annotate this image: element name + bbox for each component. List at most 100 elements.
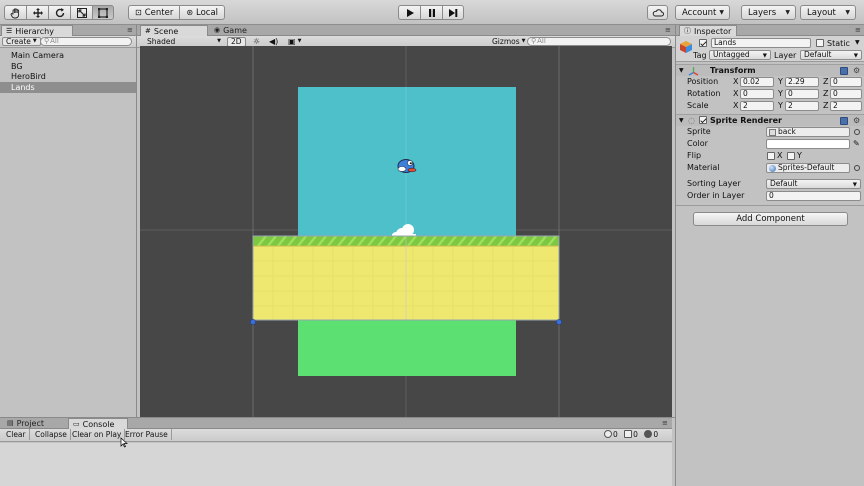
panel-menu-icon[interactable]: ≡	[665, 26, 671, 34]
help-book-icon[interactable]	[840, 67, 848, 75]
pivot-toggles: ⊡ Center ⊛ Local	[128, 5, 226, 20]
image-icon: ▣	[288, 37, 296, 46]
tab-inspector[interactable]: ⓘ Inspector	[679, 25, 737, 36]
console-log-area[interactable]	[0, 443, 672, 486]
info-count-toggle[interactable]: 0	[604, 430, 618, 439]
scene-viewport[interactable]	[140, 46, 672, 417]
console-toolbar: Clear Collapse Clear on Play Error Pause…	[0, 429, 672, 442]
scale-y-field[interactable]: 2	[785, 101, 819, 111]
dropdown-arrow-icon: ▼	[853, 53, 858, 59]
active-checkbox[interactable]	[699, 39, 707, 47]
dropdown-arrow-icon: ▼	[217, 38, 221, 44]
gizmos-dropdown[interactable]: Gizmos ▼	[489, 37, 529, 46]
layer-dropdown[interactable]: Default ▼	[800, 50, 862, 60]
rotation-x-field[interactable]: 0	[740, 89, 774, 99]
dropdown-arrow-icon: ▼	[762, 53, 767, 59]
order-in-layer-row: Order in Layer 0	[676, 190, 864, 202]
pivot-center-button[interactable]: ⊡ Center	[128, 5, 180, 20]
pause-button[interactable]	[420, 5, 442, 20]
rect-handle[interactable]	[250, 319, 256, 325]
tab-scene[interactable]: # Scene	[140, 25, 208, 36]
object-picker-icon[interactable]	[854, 165, 860, 171]
position-y-field[interactable]: 2.29	[785, 77, 819, 87]
tab-project[interactable]: ▤ Project	[3, 418, 49, 429]
green-ground-sprite[interactable]	[298, 320, 516, 376]
panel-menu-icon[interactable]: ≡	[127, 26, 133, 34]
position-x-field[interactable]: 0.02	[740, 77, 774, 87]
move-tool-button[interactable]	[26, 5, 48, 20]
step-icon	[449, 8, 458, 17]
console-panel: ▤ Project ▭ Console ≡ Clear Collapse Cle…	[0, 417, 675, 486]
error-pause-toggle[interactable]: Error Pause	[122, 429, 172, 440]
pivot-local-button[interactable]: ⊛ Local	[179, 5, 226, 20]
tag-dropdown[interactable]: Untagged ▼	[709, 50, 771, 60]
cloud-button[interactable]	[647, 5, 668, 20]
rotation-row: Rotation X 0 Y 0 Z 0	[676, 88, 864, 100]
flip-y-checkbox[interactable]	[787, 152, 795, 160]
panel-menu-icon[interactable]: ≡	[662, 419, 668, 427]
scale-tool-button[interactable]	[70, 5, 92, 20]
color-swatch[interactable]	[766, 139, 850, 149]
clear-button[interactable]: Clear	[3, 429, 30, 440]
scale-z-field[interactable]: 2	[830, 101, 862, 111]
hierarchy-tabbar: ☰ Hierarchy ≡	[0, 25, 136, 36]
lands-sprite[interactable]	[250, 235, 562, 325]
help-book-icon[interactable]	[840, 117, 848, 125]
rotation-y-field[interactable]: 0	[785, 89, 819, 99]
hierarchy-item-herobird[interactable]: HeroBird	[0, 71, 136, 82]
sprite-field[interactable]: back	[766, 127, 850, 137]
add-component-button[interactable]: Add Component	[693, 212, 848, 226]
material-field[interactable]: Sprites-Default	[766, 163, 850, 173]
hand-icon	[10, 7, 19, 18]
dropdown-arrow-icon[interactable]: ▼	[855, 39, 860, 46]
step-button[interactable]	[442, 5, 464, 20]
rotate-tool-button[interactable]	[48, 5, 70, 20]
hierarchy-item-lands[interactable]: Lands	[0, 82, 136, 93]
sprite-renderer-enabled-checkbox[interactable]	[699, 116, 707, 124]
gear-icon[interactable]: ⚙	[853, 66, 860, 75]
panel-menu-icon[interactable]: ≡	[855, 26, 861, 34]
hand-tool-button[interactable]	[4, 5, 26, 20]
warning-count-toggle[interactable]: 0	[624, 430, 638, 439]
transform-header[interactable]: ▼ Transform ⚙	[676, 64, 864, 76]
gear-icon[interactable]: ⚙	[853, 116, 860, 125]
scene-lighting-toggle[interactable]: ☼	[250, 37, 263, 46]
rotation-z-field[interactable]: 0	[830, 89, 862, 99]
play-button[interactable]	[398, 5, 420, 20]
scene-effects-dropdown[interactable]: ▣ ▼	[285, 37, 304, 46]
collapse-toggle[interactable]: Collapse	[32, 429, 71, 440]
order-in-layer-field[interactable]: 0	[766, 191, 861, 201]
tab-console[interactable]: ▭ Console	[68, 418, 128, 429]
sprite-renderer-icon: ◌	[688, 116, 695, 125]
scale-x-field[interactable]: 2	[740, 101, 774, 111]
foldout-arrow-icon[interactable]: ▼	[679, 117, 684, 124]
scene-canvas[interactable]	[140, 46, 672, 417]
tab-game[interactable]: ◉ Game	[210, 25, 252, 36]
sprite-renderer-header[interactable]: ▼ ◌ Sprite Renderer ⚙	[676, 114, 864, 126]
error-count-toggle[interactable]: 0	[644, 430, 658, 439]
object-picker-icon[interactable]	[854, 129, 860, 135]
main-toolbar: ⊡ Center ⊛ Local Account ▼ Layers ▼ Layout…	[0, 0, 864, 25]
sorting-layer-dropdown[interactable]: Default ▼	[766, 179, 861, 189]
flip-x-checkbox[interactable]	[767, 152, 775, 160]
eyedropper-icon[interactable]: ✎	[853, 139, 860, 148]
create-dropdown[interactable]: Create ▼	[2, 37, 41, 46]
hierarchy-search-input[interactable]: ⚲ All	[40, 37, 132, 46]
account-dropdown[interactable]: Account ▼	[675, 5, 730, 20]
scene-audio-toggle[interactable]: ◀)	[266, 37, 281, 46]
position-z-field[interactable]: 0	[830, 77, 862, 87]
static-checkbox[interactable]	[816, 39, 824, 47]
tab-hierarchy[interactable]: ☰ Hierarchy	[1, 25, 73, 36]
layers-dropdown[interactable]: Layers ▼	[741, 5, 796, 20]
foldout-arrow-icon[interactable]: ▼	[679, 67, 684, 74]
layout-dropdown[interactable]: Layout ▼	[800, 5, 856, 20]
object-name-field[interactable]: Lands	[711, 38, 811, 48]
hierarchy-item-main-camera[interactable]: Main Camera	[0, 50, 136, 61]
rect-handle[interactable]	[556, 319, 562, 325]
cloud-group	[647, 5, 668, 20]
rect-tool-button[interactable]	[92, 5, 114, 20]
scene-search-input[interactable]: ⚲ All	[527, 37, 671, 46]
folder-icon: ▤	[7, 419, 14, 427]
clear-on-play-toggle[interactable]: Clear on Play	[69, 429, 126, 440]
shading-mode-dropdown[interactable]: Shaded ▼	[144, 37, 224, 46]
